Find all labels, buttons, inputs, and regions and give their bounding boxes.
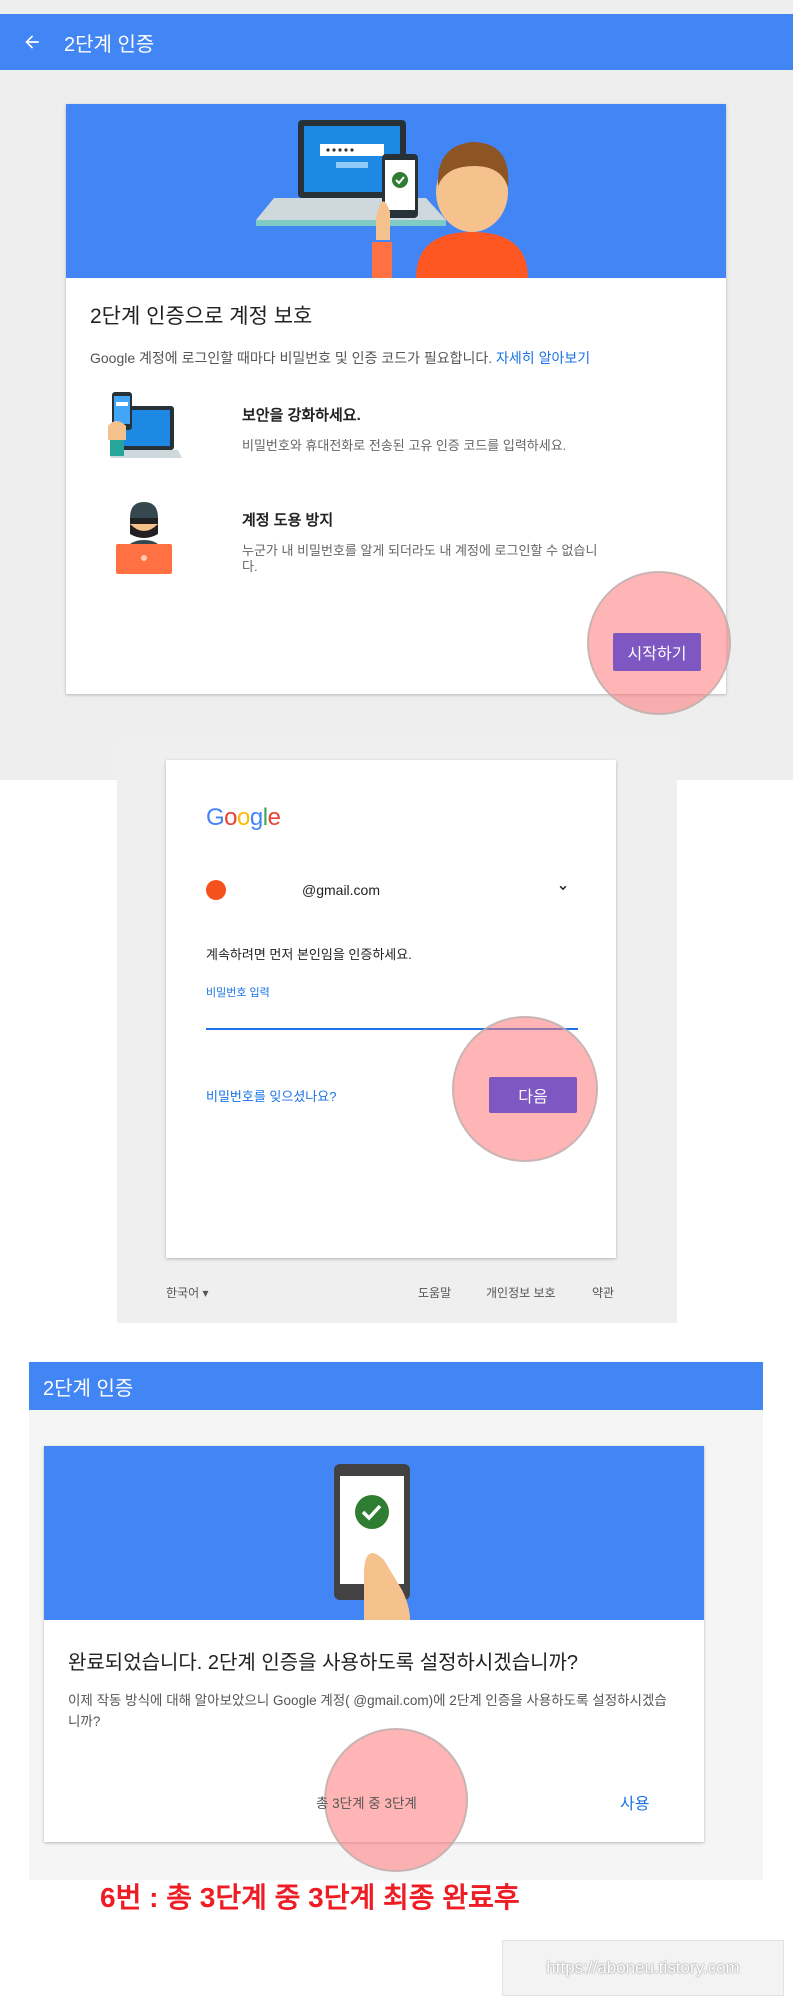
password-label: 비밀번호 입력 xyxy=(206,987,270,999)
start-button[interactable]: 시작하기 xyxy=(613,633,701,671)
section3-title: 2단계 인증 xyxy=(43,1377,134,1400)
feature-title-theft: 계정 도용 방지 xyxy=(242,512,334,529)
watermark: https://aboneu.tistory.com xyxy=(502,1940,784,1996)
feature-body-security: 비밀번호와 휴대전화로 전송된 고유 인증 코드를 입력하세요. xyxy=(242,438,567,453)
completion-card: 완료되었습니다. 2단계 인증을 사용하도록 설정하시겠습니까? 이제 작동 방… xyxy=(44,1446,704,1872)
hero-illustration xyxy=(66,104,726,278)
terms-link[interactable]: 약관 xyxy=(592,1284,614,1301)
logo-letter: o xyxy=(224,804,238,831)
step-indicator: 총 3단계 중 3단계 xyxy=(316,1796,417,1811)
intro-card: 2단계 인증으로 계정 보호 Google 계정에 로그인할 때마다 비밀번호 … xyxy=(66,104,731,715)
signin-card: Google @gmail.com 계속하려면 먼저 본인임을 인증하세요. 비… xyxy=(166,760,616,1258)
google-logo: Google xyxy=(206,804,281,832)
feature-title-security: 보안을 강화하세요. xyxy=(242,407,361,424)
account-email: @gmail.com xyxy=(302,882,381,898)
completion-question: 완료되었습니다. 2단계 인증을 사용하도록 설정하시겠습니까? xyxy=(68,1652,579,1674)
logo-letter: G xyxy=(206,804,225,831)
phone-check-illustration xyxy=(44,1446,704,1620)
privacy-link[interactable]: 개인정보 보호 xyxy=(486,1284,556,1301)
top-app-bar: 2단계 인증 xyxy=(0,14,793,70)
description-text: Google 계정에 로그인할 때마다 비밀번호 및 인증 코드가 필요합니다. xyxy=(90,350,497,366)
completion-paragraph: 이제 작동 방식에 대해 알아보았으니 Google 계정( @gmail.co… xyxy=(68,1693,667,1729)
caption-text: 6번 : 총 3단계 중 3단계 최종 완료후 xyxy=(100,1882,520,1913)
card-heading: 2단계 인증으로 계정 보호 xyxy=(90,305,313,328)
hacker-icon xyxy=(116,502,172,574)
chevron-down-icon[interactable] xyxy=(556,881,570,895)
logo-letter: o xyxy=(237,804,250,831)
avatar xyxy=(206,880,226,900)
laptop-phone-icon xyxy=(108,392,182,458)
use-button[interactable]: 사용 xyxy=(620,1790,649,1814)
verify-text: 계속하려면 먼저 본인임을 인증하세요. xyxy=(206,947,412,962)
help-link[interactable]: 도움말 xyxy=(418,1284,451,1301)
card-description: Google 계정에 로그인할 때마다 비밀번호 및 인증 코드가 필요합니다.… xyxy=(90,348,590,368)
dropdown-arrow-icon: ▾ xyxy=(202,1286,209,1300)
next-button[interactable]: 다음 xyxy=(489,1077,577,1113)
language-selector[interactable]: 한국어 ▾ xyxy=(166,1284,209,1301)
forgot-password-link[interactable]: 비밀번호를 잊으셨나요? xyxy=(206,1086,336,1105)
page-title: 2단계 인증 xyxy=(64,33,155,56)
logo-letter: e xyxy=(267,804,281,831)
back-arrow-icon[interactable] xyxy=(22,32,42,52)
learn-more-link[interactable]: 자세히 알아보기 xyxy=(496,350,590,366)
section3-title-bar: 2단계 인증 xyxy=(29,1362,763,1410)
feature-body-theft: 누군가 내 비밀번호를 알게 되더라도 내 계정에 로그인할 수 없습니다. xyxy=(242,543,598,574)
logo-letter: g xyxy=(249,804,263,831)
language-label: 한국어 xyxy=(166,1286,200,1300)
